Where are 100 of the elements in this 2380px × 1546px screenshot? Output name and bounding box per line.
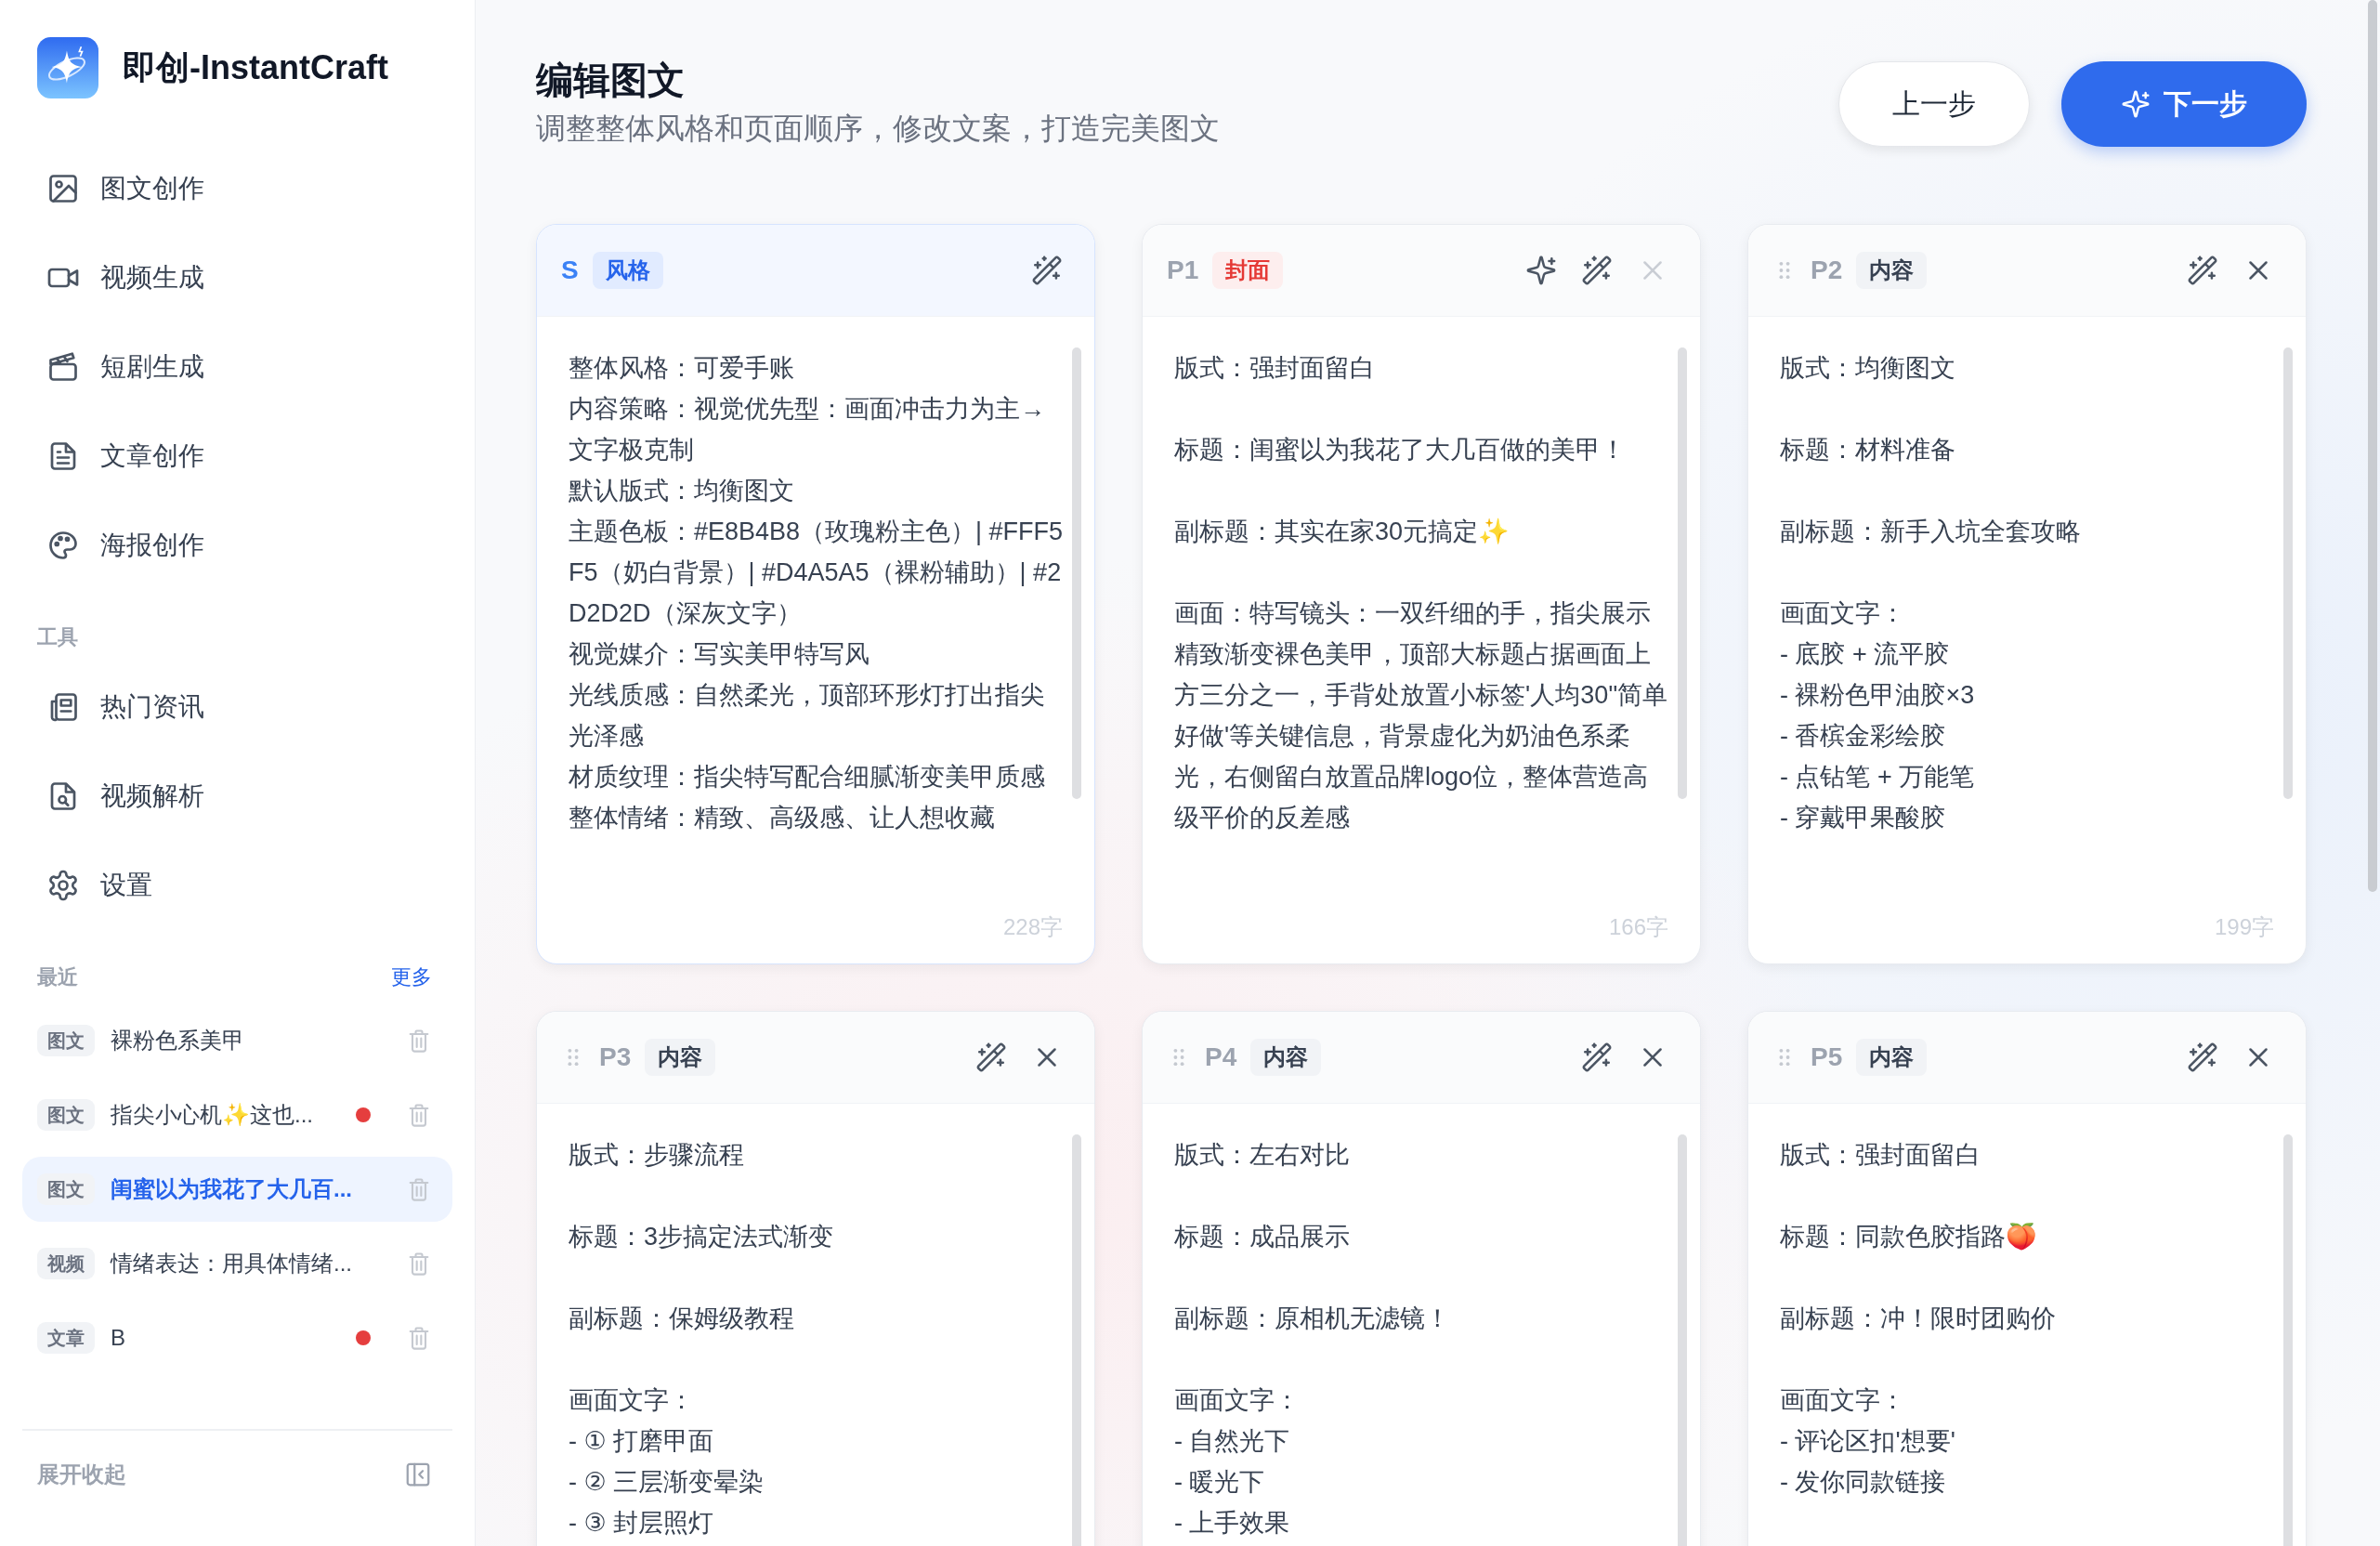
page-label: P3: [599, 1042, 632, 1072]
drag-handle-icon[interactable]: [1779, 261, 1790, 280]
scrollbar[interactable]: [1072, 1134, 1081, 1546]
text-line: - 裸粉色甲油胶×3: [1780, 680, 1976, 711]
recent-item[interactable]: 图文 指尖小心机✨这也...: [22, 1082, 452, 1147]
drag-handle-icon[interactable]: [1779, 1048, 1790, 1067]
text-line: 画面：特写镜头：一双纤细的手，指尖展示精致渐变裸色美甲，顶部大标题占据画面上方三分之一，手背处放置小标签'人均30''简单好做'等关键信息，背景虚化为奶油色系柔光，右侧留白放置品牌logo位，整体营造高级平价的反差感: [1174, 598, 1669, 833]
drag-handle-icon[interactable]: [568, 1048, 579, 1067]
scrollbar[interactable]: [2283, 347, 2293, 799]
text-line: - 上手效果: [1174, 1508, 1291, 1539]
text-line: 版式：均衡图文: [1780, 353, 1956, 384]
scrollbar[interactable]: [1678, 1134, 1687, 1546]
type-tag: 图文: [37, 1025, 95, 1056]
magic-wand-icon[interactable]: [1581, 1042, 1613, 1073]
text-line: - 香槟金彩绘胶: [1780, 721, 1947, 752]
text-line: 副标题：冲！限时团购价: [1780, 1304, 2057, 1334]
magic-wand-icon[interactable]: [975, 1042, 1007, 1073]
page-label: P1: [1167, 255, 1199, 285]
more-link[interactable]: 更多: [391, 963, 432, 991]
text-line: 视觉媒介：写实美甲特写风: [569, 639, 870, 670]
text-line: 画面文字：: [1780, 1385, 1906, 1416]
nav-item[interactable]: 热门资讯: [22, 674, 452, 740]
sidebar-collapse-icon[interactable]: [404, 1461, 432, 1488]
page-label: P4: [1205, 1042, 1237, 1072]
text-line: - 评论区扣'想要': [1780, 1426, 1956, 1457]
nav-item[interactable]: 视频生成: [22, 244, 452, 311]
nav-item[interactable]: 视频解析: [22, 763, 452, 830]
type-tag: 视频: [37, 1248, 95, 1279]
recent-item[interactable]: 文章 B: [22, 1305, 452, 1370]
recent-item[interactable]: 图文 闺蜜以为我花了大几百...: [22, 1157, 452, 1222]
text-line: 画面文字：: [569, 1385, 695, 1416]
sparkle-icon[interactable]: [1525, 255, 1557, 286]
section-heading: 最近: [37, 964, 78, 990]
image-icon: [46, 172, 80, 205]
magic-wand-icon[interactable]: [1031, 255, 1063, 286]
drag-handle-icon[interactable]: [1173, 1048, 1184, 1067]
text-line: - 底胶 + 流平胶: [1780, 639, 1951, 670]
text-line: 画面文字：: [1780, 598, 1906, 629]
text-line: 内容策略：视觉优先型：画面冲击力为主→文字极克制: [569, 394, 1046, 465]
text-line: 副标题：新手入坑全套攻略: [1780, 517, 2082, 547]
page-type-tag: 封面: [1212, 252, 1284, 289]
page-title: 编辑图文: [536, 59, 686, 102]
settings-icon: [46, 869, 80, 902]
next-button[interactable]: 下一步: [2061, 61, 2307, 147]
text-line: 标题：闺蜜以为我花了大几百做的美甲！: [1174, 435, 1627, 465]
text-line: 默认版式：均衡图文: [569, 476, 795, 506]
text-line: 标题：成品展示: [1174, 1222, 1351, 1252]
recent-title: 指尖小心机✨这也...: [111, 1101, 314, 1129]
text-line: 标题：同款色胶指路🍑: [1780, 1222, 2038, 1252]
text-line: 副标题：其实在家30元搞定✨: [1174, 517, 1511, 547]
app-logo: [37, 37, 98, 98]
page-label: S: [561, 255, 579, 285]
magic-wand-icon[interactable]: [1581, 255, 1613, 286]
page-subtitle: 调整整体风格和页面顺序，修改文案，打造完美图文: [536, 111, 1220, 147]
text-line: - 发你同款链接: [1780, 1467, 1947, 1498]
scrollbar[interactable]: [2283, 1134, 2293, 1546]
text-line: 版式：强封面留白: [1174, 353, 1376, 384]
type-tag: 文章: [37, 1322, 95, 1354]
text-line: 整体情绪：精致、高级感、让人想收藏: [569, 803, 996, 833]
text-line: 主题色板：#E8B4B8（玫瑰粉主色）| #FFF5F5（奶白背景）| #D4A5A5（裸粉辅助）| #2D2D2D（深灰文字）: [569, 517, 1065, 629]
section-heading: 工具: [37, 624, 78, 650]
page-type-tag: 内容: [1856, 1039, 1928, 1076]
back-button[interactable]: 上一步: [1838, 61, 2030, 147]
page-label: P2: [1811, 255, 1843, 285]
text-line: - ② 三层渐变晕染: [569, 1467, 765, 1498]
text-line: 副标题：保姆级教程: [569, 1304, 795, 1334]
text-line: 画面文字：: [1174, 1385, 1301, 1416]
nav-item[interactable]: 文章创作: [22, 423, 452, 490]
text-line: 副标题：原相机无滤镜！: [1174, 1304, 1451, 1334]
nav-item[interactable]: 短剧生成: [22, 334, 452, 400]
text-line: - ③ 封层照灯: [569, 1508, 715, 1539]
text-line: 版式：左右对比: [1174, 1140, 1351, 1171]
sparkle-icon: [2121, 89, 2151, 119]
magic-wand-icon[interactable]: [2187, 255, 2218, 286]
magic-wand-icon[interactable]: [2187, 1042, 2218, 1073]
nav-item[interactable]: 图文创作: [22, 155, 452, 222]
scrollbar[interactable]: [1678, 347, 1687, 799]
text-line: 标题：材料准备: [1780, 435, 1956, 465]
palette-icon: [46, 529, 80, 562]
text-line: 版式：强封面留白: [1780, 1140, 1981, 1171]
app-name: 即创-InstantCraft: [123, 46, 388, 88]
text-line: 材质纹理：指尖特写配合细腻渐变美甲质感: [569, 762, 1046, 793]
text-line: 整体风格：可爱手账: [569, 353, 795, 384]
text-line: - 暖光下: [1174, 1467, 1266, 1498]
type-tag: 图文: [37, 1099, 95, 1131]
page-type-tag: 风格: [592, 252, 663, 289]
nav-item[interactable]: 设置: [22, 852, 452, 919]
text-line: 光线质感：自然柔光，顶部环形灯打出指尖光泽感: [569, 680, 1046, 752]
nav-item[interactable]: 海报创作: [22, 512, 452, 579]
text-line: 标题：3步搞定法式渐变: [569, 1222, 835, 1252]
scrollbar[interactable]: [2368, 0, 2377, 892]
text-line: - 自然光下: [1174, 1426, 1291, 1457]
text-line: - 点钻笔 + 万能笔: [1780, 762, 1976, 793]
recent-title: 情绪表达：用具体情绪...: [111, 1250, 353, 1277]
page-label: P5: [1811, 1042, 1843, 1072]
page-type-tag: 内容: [645, 1039, 716, 1076]
recent-item[interactable]: 视频 情绪表达：用具体情绪...: [22, 1231, 452, 1296]
scrollbar[interactable]: [1072, 347, 1081, 799]
recent-title: B: [111, 1325, 126, 1351]
recent-item[interactable]: 图文 裸粉色系美甲: [22, 1008, 452, 1073]
